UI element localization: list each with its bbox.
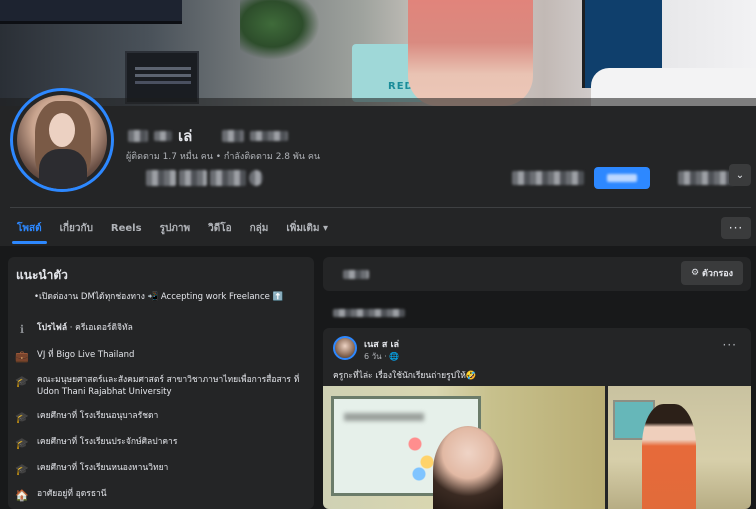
intro-item-profile[interactable]: ℹ โปรไฟล์ · ครีเอเตอร์ดิจิทัล bbox=[16, 322, 327, 336]
cover-person bbox=[408, 0, 533, 106]
briefcase-icon: 💼 bbox=[15, 349, 29, 363]
tab-reels[interactable]: Reels bbox=[102, 212, 151, 244]
redacted-view-toggle[interactable] bbox=[333, 309, 405, 320]
intro-title: แนะนำตัว bbox=[16, 268, 68, 282]
post-text: ครูกะที่ไล่ะ เรื่องใช้นักเรียนถ่ายรูปให้… bbox=[333, 371, 477, 381]
graduation-cap-icon: 🎓 bbox=[15, 374, 29, 388]
info-icon: ℹ bbox=[19, 322, 25, 336]
intro-item-text: VJ ที่ Bigo Live Thailand bbox=[37, 350, 135, 360]
redacted-name-part bbox=[222, 130, 245, 142]
graduation-cap-icon: 🎓 bbox=[15, 410, 29, 424]
tab-label: เพิ่มเติม bbox=[286, 222, 320, 234]
profile-name: เล่ bbox=[178, 127, 193, 145]
cover-ledge bbox=[0, 98, 756, 106]
profile-avatar[interactable] bbox=[10, 88, 114, 192]
intro-item-text: · ครีเอเตอร์ดิจิทัล bbox=[67, 323, 133, 333]
primary-action-button[interactable] bbox=[594, 167, 650, 189]
profile-tabs: โพสต์ เกี่ยวกับ Reels รูปภาพ วิดีโอ กลุ่… bbox=[8, 212, 337, 244]
intro-item-school[interactable]: 🎓 เคยศึกษาที่ โรงเรียนหนองหานวิทยา bbox=[15, 462, 327, 476]
friend-avatars-redacted[interactable] bbox=[146, 170, 263, 186]
intro-card: แนะนำตัว •เปิดต่องาน DMได้ทุกช่องทาง 📲 A… bbox=[8, 257, 314, 509]
caret-down-icon: ▾ bbox=[322, 222, 329, 234]
posts-filter-bar: ⚙ ตัวกรอง bbox=[323, 257, 751, 291]
tab-label: โพสต์ bbox=[17, 222, 42, 234]
tab-posts[interactable]: โพสต์ bbox=[8, 212, 51, 244]
intro-item-school[interactable]: 🎓 เคยศึกษาที่ โรงเรียนอนุบาลรัชดา bbox=[15, 410, 327, 424]
graduation-cap-icon: 🎓 bbox=[15, 436, 29, 450]
redacted-action-button[interactable] bbox=[678, 171, 734, 185]
post-author-name[interactable]: เนส ส เล่ bbox=[364, 337, 399, 351]
cover-plant bbox=[240, 0, 320, 60]
intro-item-work[interactable]: 💼 VJ ที่ Bigo Live Thailand bbox=[15, 349, 327, 363]
header-divider bbox=[10, 207, 751, 208]
tab-about[interactable]: เกี่ยวกับ bbox=[51, 212, 102, 244]
intro-item-text: เคยศึกษาที่ โรงเรียนหนองหานวิทยา bbox=[37, 463, 169, 473]
tab-groups[interactable]: กลุ่ม bbox=[241, 212, 278, 244]
intro-bio: •เปิดต่องาน DMได้ทุกช่องทาง 📲 Accepting … bbox=[34, 292, 284, 302]
tab-photos[interactable]: รูปภาพ bbox=[151, 212, 200, 244]
redacted-name-part bbox=[128, 130, 148, 142]
tab-label: กลุ่ม bbox=[249, 222, 269, 234]
redacted-action-button[interactable] bbox=[512, 171, 584, 185]
intro-item-bold: โปรไฟล์ bbox=[37, 323, 68, 333]
redacted-name-part bbox=[250, 131, 289, 141]
profile-actions bbox=[512, 167, 734, 189]
tab-label: วิดีโอ bbox=[208, 222, 232, 234]
intro-item-text: อาศัยอยู่ที่ อุดรธานี bbox=[37, 489, 107, 499]
home-icon: 🏠 bbox=[15, 488, 29, 502]
intro-item-text: เคยศึกษาที่ โรงเรียนอนุบาลรัชดา bbox=[37, 411, 159, 421]
chevron-down-icon[interactable]: ⌄ bbox=[729, 164, 751, 186]
cover-monitor bbox=[125, 51, 199, 104]
cover-photo[interactable]: REDU bbox=[0, 0, 756, 106]
cover-tv-screen bbox=[0, 0, 182, 24]
tab-label: รูปภาพ bbox=[159, 222, 191, 234]
redacted-name-part bbox=[154, 131, 172, 141]
intro-item-university[interactable]: 🎓 คณะมนุษยศาสตร์และสังคมศาสตร์ สาขาวิชาภ… bbox=[15, 374, 307, 398]
tab-videos[interactable]: วิดีโอ bbox=[199, 212, 241, 244]
post-author-avatar[interactable] bbox=[333, 336, 357, 360]
filter-label: ตัวกรอง bbox=[702, 269, 734, 279]
intro-item-text: คณะมนุษยศาสตร์และสังคมศาสตร์ สาขาวิชาภาษ… bbox=[37, 375, 300, 397]
profile-name-row: เล่ bbox=[128, 126, 289, 146]
redacted-posts-heading bbox=[343, 270, 369, 279]
post-photo[interactable] bbox=[323, 386, 605, 509]
more-options-button[interactable]: ··· bbox=[721, 217, 751, 239]
post-photo[interactable] bbox=[608, 386, 751, 509]
post-card: เนส ส เล่ 6 วัน · 🌐 ··· ครูกะที่ไล่ะ เรื… bbox=[323, 328, 751, 509]
sliders-icon: ⚙ bbox=[690, 268, 700, 278]
intro-item-school[interactable]: 🎓 เคยศึกษาที่ โรงเรียนประจักษ์ศิลปาคาร bbox=[15, 436, 327, 450]
graduation-cap-icon: 🎓 bbox=[15, 462, 29, 476]
follower-stats[interactable]: ผู้ติดตาม 1.7 หมื่น คน • กำลังติดตาม 2.8… bbox=[126, 149, 320, 163]
post-timestamp[interactable]: 6 วัน · 🌐 bbox=[364, 350, 399, 363]
tab-label: เกี่ยวกับ bbox=[59, 222, 93, 234]
filter-button[interactable]: ⚙ ตัวกรอง bbox=[681, 261, 743, 285]
post-options-button[interactable]: ··· bbox=[723, 338, 737, 352]
tab-label: Reels bbox=[110, 222, 142, 234]
intro-item-text: เคยศึกษาที่ โรงเรียนประจักษ์ศิลปาคาร bbox=[37, 437, 178, 447]
intro-item-lives-in[interactable]: 🏠 อาศัยอยู่ที่ อุดรธานี bbox=[15, 488, 327, 502]
tab-more[interactable]: เพิ่มเติม ▾ bbox=[277, 212, 337, 244]
